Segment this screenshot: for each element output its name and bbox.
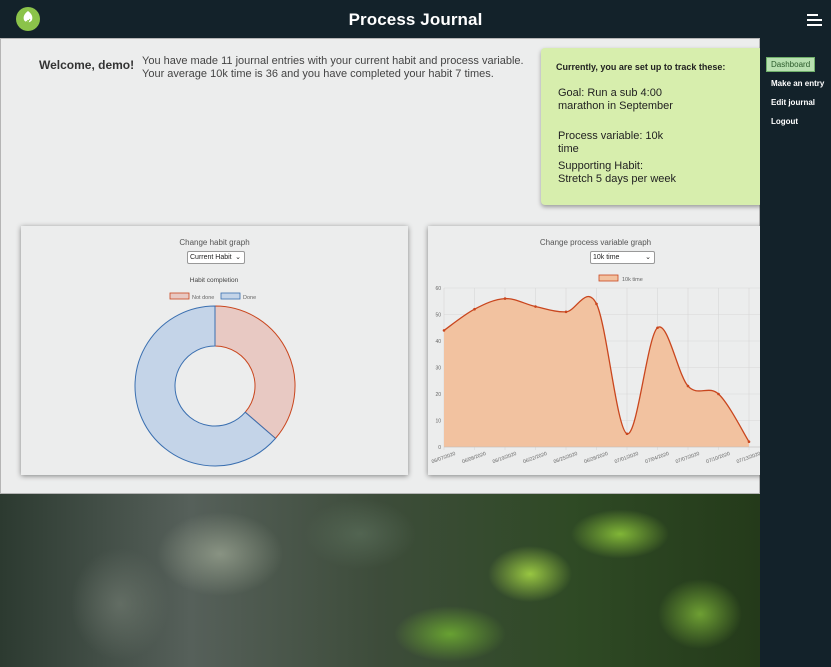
sidebar-item-make-entry[interactable]: Make an entry [771,79,824,88]
data-point [534,305,537,308]
sidebar-item-dashboard[interactable]: Dashboard [766,57,816,72]
x-tick-label: 07/01/2020 [614,451,640,465]
forest-background-image [0,494,761,667]
y-tick-label: 40 [435,339,441,345]
hamburger-icon[interactable] [807,12,823,28]
habit-completion-chart: Habit completion Not done Done [134,277,296,467]
process-variable-text: Process variable: 10k time [558,130,664,155]
y-tick-label: 50 [435,313,441,319]
data-point [656,326,659,330]
summary-line-average: Your average 10k time is 36 and you have… [142,68,494,80]
x-tick-label: 06/08/2020 [461,451,487,465]
summary-line-entries: You have made 11 journal entries with yo… [142,55,524,67]
y-tick-label: 10 [435,419,441,425]
data-point [686,384,690,388]
legend-swatch [169,292,190,300]
data-point [717,392,720,396]
tracking-title: Currently, you are set up to track these… [556,62,726,72]
legend-swatch [598,274,619,282]
sidebar-item-logout[interactable]: Logout [771,117,798,126]
x-tick-label: 06/22/2020 [522,451,548,465]
data-point [625,432,629,436]
pie-slice-not-done [214,305,296,440]
data-point [564,310,568,314]
process-variable-chart: 10k time 0 10 20 30 40 50 60 06/07/2020 06/08/2… [431,274,763,465]
dashboard-panel: Welcome, demo! You have made 11 journal … [0,38,763,494]
y-tick-label: 20 [435,392,441,398]
y-tick-label: 60 [435,286,441,292]
data-point [442,329,446,332]
data-point [503,297,507,300]
x-tick-label: 06/19/2020 [492,451,518,465]
data-point [473,307,476,311]
chart-title: Habit completion [190,277,239,284]
x-tick-label: 07/13/2020 [736,451,762,465]
welcome-greeting: Welcome, demo! [39,58,135,72]
legend-label: Not done [192,295,214,301]
summary-text: You have made 11 journal entries with yo… [142,55,524,81]
series-area-fill [444,296,749,447]
x-tick-label: 07/10/2020 [705,451,731,465]
data-point [747,440,751,443]
tracking-card: Currently, you are set up to track these… [541,48,763,205]
top-bar: Process Journal [0,0,831,38]
sidebar-item-edit-journal[interactable]: Edit journal [771,98,815,107]
y-tick-label: 30 [435,366,441,372]
habit-graph-card: Change habit graph Current Habit ⌄ Habit… [21,226,408,475]
legend-label: 10k time [622,277,643,283]
data-point [595,302,598,306]
process-variable-graph-card: Change process variable graph 10k time ⌄… [428,226,763,475]
x-tick-label: 07/04/2020 [644,451,670,465]
goal-text: Goal: Run a sub 4:00 marathon in Septemb… [558,87,673,112]
legend-swatch [220,292,241,300]
habit-text: Supporting Habit: Stretch 5 days per wee… [558,160,677,185]
x-tick-label: 06/28/2020 [583,451,609,465]
x-tick-label: 06/07/2020 [431,451,457,465]
app-title: Process Journal [348,10,483,29]
x-tick-label: 06/25/2020 [553,451,579,465]
sidebar: Dashboard Make an entry Edit journal Log… [760,38,831,667]
x-tick-label: 07/07/2020 [675,451,701,465]
y-tick-label: 0 [438,445,441,451]
legend-label: Done [243,295,256,301]
